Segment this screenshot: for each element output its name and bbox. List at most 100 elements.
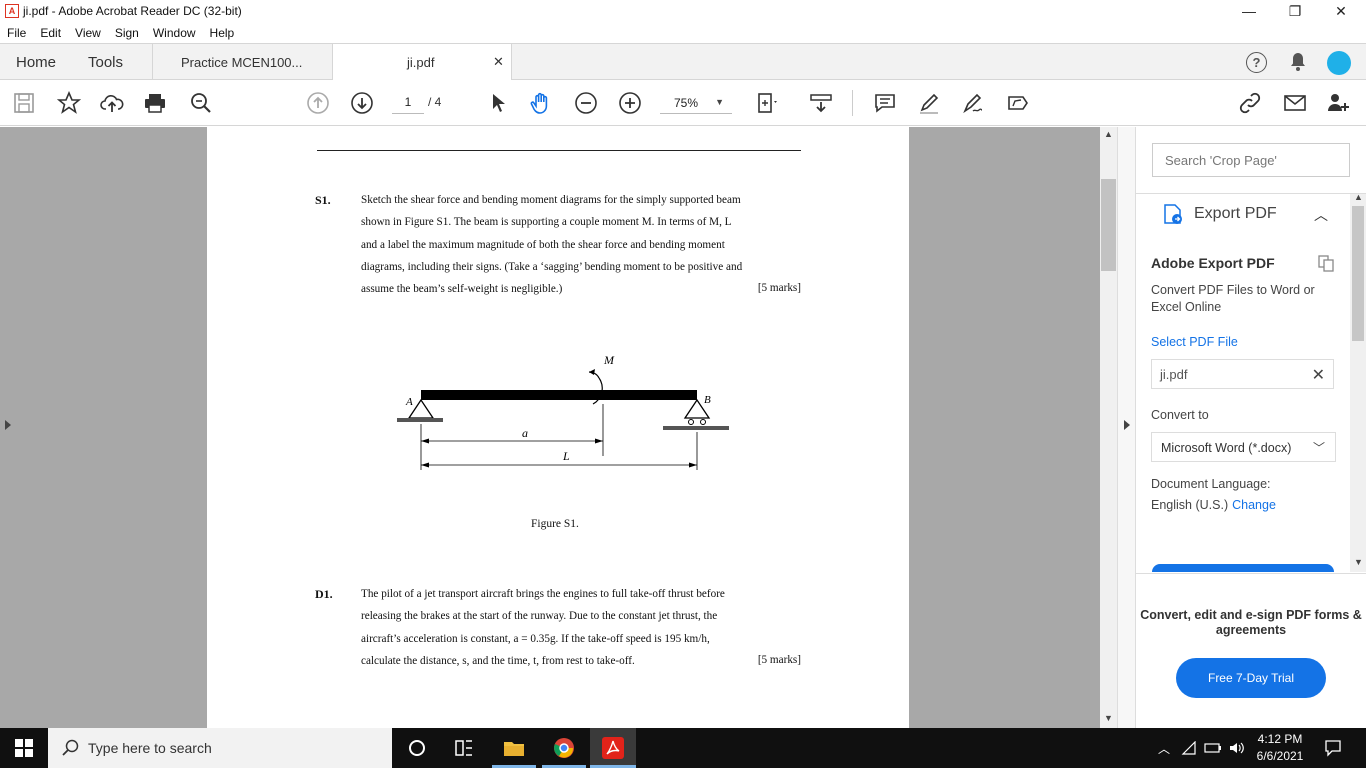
text-line: aircraft’s acceleration is constant, a =… xyxy=(361,632,710,645)
document-scrollbar[interactable]: ▲ ▼ xyxy=(1100,127,1117,728)
beam xyxy=(421,390,697,400)
scroll-mode-icon[interactable] xyxy=(809,91,833,115)
cortana-icon[interactable] xyxy=(405,736,429,760)
scroll-up-icon[interactable]: ▲ xyxy=(1354,192,1363,202)
text-line: and a label the maximum magnitude of bot… xyxy=(361,238,725,251)
question-s1-number: S1. xyxy=(315,193,331,207)
help-icon[interactable]: ? xyxy=(1246,52,1267,73)
document-viewport[interactable]: S1. Sketch the shear force and bending m… xyxy=(0,127,1100,728)
scroll-up-icon[interactable]: ▲ xyxy=(1104,129,1113,139)
tab-home[interactable]: Home xyxy=(16,54,56,71)
add-user-icon[interactable] xyxy=(1326,91,1350,115)
zoom-level-select[interactable]: 75% ▼ xyxy=(660,92,732,114)
task-view-icon[interactable] xyxy=(452,736,476,760)
remove-file-icon[interactable]: ✕ xyxy=(1312,365,1325,385)
divider xyxy=(1136,573,1366,574)
taskbar-search-placeholder: Type here to search xyxy=(88,740,212,756)
comment-icon[interactable] xyxy=(873,91,897,115)
document-language-label: Document Language: xyxy=(1151,477,1271,491)
fill-sign-icon[interactable] xyxy=(1006,91,1030,115)
page-number-input[interactable]: 1 xyxy=(392,92,424,114)
search-icon xyxy=(62,739,79,756)
title-bar: A ji.pdf - Adobe Acrobat Reader DC (32-b… xyxy=(0,0,1366,22)
question-d1-number: D1. xyxy=(315,587,333,601)
menu-edit[interactable]: Edit xyxy=(40,26,61,40)
clock-time: 4:12 PM xyxy=(1257,732,1303,746)
close-window-button[interactable]: ✕ xyxy=(1318,0,1364,22)
promo-text: Convert, edit and e-sign PDF forms & agr… xyxy=(1140,608,1362,637)
page-rule xyxy=(317,150,801,151)
dim-a-label: a xyxy=(522,426,528,440)
show-hidden-icons[interactable]: ︿ xyxy=(1158,740,1170,757)
sign-pen-icon[interactable] xyxy=(961,91,985,115)
bell-icon[interactable] xyxy=(1289,52,1307,72)
restore-button[interactable]: ❐ xyxy=(1272,0,1318,22)
change-language-link[interactable]: Change xyxy=(1232,498,1276,512)
acrobat-app-icon: A xyxy=(5,4,19,18)
page-fit-icon[interactable] xyxy=(756,91,780,115)
tab-tools[interactable]: Tools xyxy=(88,54,123,71)
notifications-icon[interactable] xyxy=(1324,739,1342,757)
selected-file-field[interactable]: ji.pdf ✕ xyxy=(1151,359,1334,389)
tools-search-input[interactable]: Search 'Crop Page' xyxy=(1152,143,1350,177)
pane-scrollbar[interactable]: ▲ ▼ xyxy=(1350,192,1366,572)
upload-cloud-icon[interactable] xyxy=(100,91,124,115)
export-pdf-header[interactable]: Export PDF ︿ xyxy=(1162,201,1342,227)
windows-start-icon[interactable] xyxy=(0,728,48,768)
share-link-icon[interactable] xyxy=(1238,91,1262,115)
toolbar-divider xyxy=(852,90,853,116)
network-icon[interactable] xyxy=(1181,741,1197,755)
page-total: / 4 xyxy=(428,95,442,109)
menu-view[interactable]: View xyxy=(75,26,101,40)
chevron-up-icon[interactable]: ︿ xyxy=(1314,205,1328,225)
zoom-out-icon[interactable] xyxy=(574,91,598,115)
taskbar-clock[interactable]: 4:12 PM 6/6/2021 xyxy=(1247,731,1313,765)
tab-ji-pdf[interactable]: ji.pdf ✕ xyxy=(332,44,512,81)
windows-taskbar: Type here to search ︿ 4:12 PM 6/6/2021 xyxy=(0,728,1366,768)
acrobat-taskbar-button[interactable] xyxy=(590,728,636,768)
highlight-pen-icon[interactable] xyxy=(917,91,941,115)
menu-window[interactable]: Window xyxy=(153,26,196,40)
chevron-down-icon: ﹀ xyxy=(1312,441,1325,455)
print-icon[interactable] xyxy=(143,91,167,115)
previous-page-icon[interactable] xyxy=(306,91,330,115)
next-page-icon[interactable] xyxy=(350,91,374,115)
export-pdf-label: Export PDF xyxy=(1194,205,1277,222)
scroll-down-icon[interactable]: ▼ xyxy=(1104,713,1113,723)
zoom-search-icon[interactable] xyxy=(189,91,213,115)
email-icon[interactable] xyxy=(1283,91,1307,115)
text-line: The pilot of a jet transport aircraft br… xyxy=(361,588,725,600)
volume-icon[interactable] xyxy=(1228,740,1244,756)
toolbar: 1 / 4 75% ▼ xyxy=(0,80,1366,126)
menu-help[interactable]: Help xyxy=(210,26,235,40)
menu-file[interactable]: File xyxy=(7,26,26,40)
collapse-pane-icon[interactable] xyxy=(1124,420,1130,430)
scrollbar-thumb[interactable] xyxy=(1101,179,1116,271)
question-s1-marks: [5 marks] xyxy=(757,282,801,294)
adobe-export-description: Convert PDF Files to Word or Excel Onlin… xyxy=(1151,283,1315,314)
convert-format-select[interactable]: Microsoft Word (*.docx) ﹀ xyxy=(1151,432,1336,462)
scrollbar-thumb[interactable] xyxy=(1352,206,1364,341)
scroll-down-icon[interactable]: ▼ xyxy=(1354,557,1363,567)
select-pdf-file-link[interactable]: Select PDF File xyxy=(1151,335,1238,349)
battery-icon[interactable] xyxy=(1204,741,1222,755)
free-trial-button[interactable]: Free 7-Day Trial xyxy=(1176,658,1326,698)
menu-sign[interactable]: Sign xyxy=(115,26,139,40)
chrome-icon[interactable] xyxy=(552,736,576,760)
save-icon[interactable] xyxy=(12,91,36,115)
tab-label: Practice MCEN100... xyxy=(181,54,303,70)
left-pane-toggle-icon[interactable] xyxy=(5,420,11,430)
file-explorer-icon[interactable] xyxy=(502,736,526,760)
minimize-button[interactable]: — xyxy=(1226,0,1272,22)
question-d1-marks: [5 marks] xyxy=(757,654,801,666)
convert-button-partial[interactable] xyxy=(1152,564,1334,572)
taskbar-search-box[interactable]: Type here to search xyxy=(48,728,392,768)
select-cursor-icon[interactable] xyxy=(487,91,511,115)
dim-l-label: L xyxy=(562,449,570,463)
account-avatar[interactable] xyxy=(1327,51,1351,75)
zoom-in-icon[interactable] xyxy=(618,91,642,115)
hand-tool-icon[interactable] xyxy=(529,91,553,115)
tab-practice-doc[interactable]: Practice MCEN100... xyxy=(152,44,332,80)
close-tab-icon[interactable]: ✕ xyxy=(493,54,504,70)
bookmark-star-icon[interactable] xyxy=(57,91,81,115)
